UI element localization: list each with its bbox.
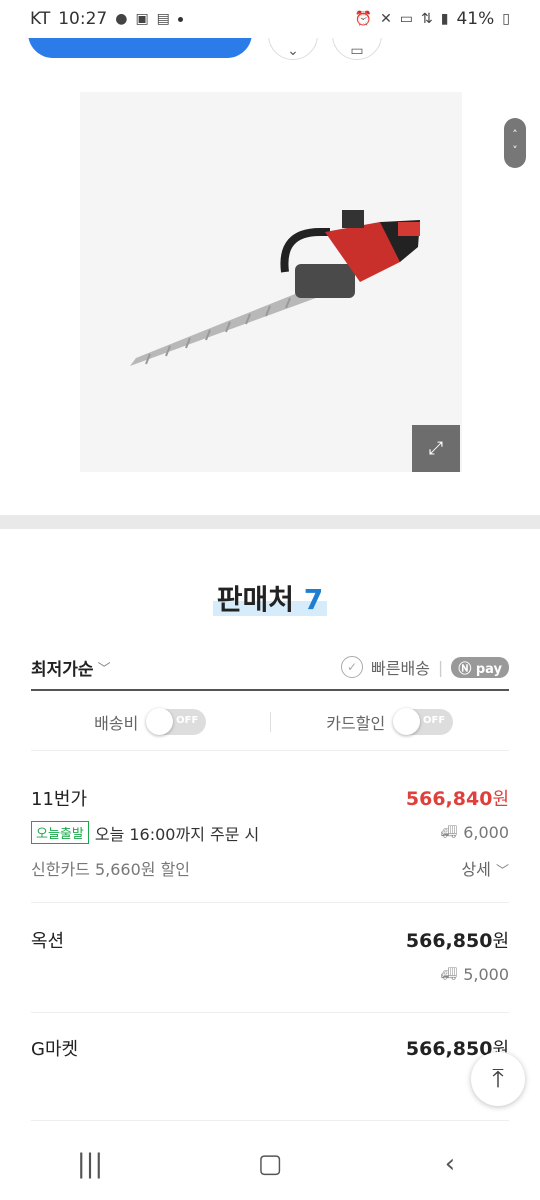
card-toggle[interactable]: OFF [393,708,454,735]
status-bar: KT 10:27 ● ▣ ▤ ⏰ ✕ ▭ ⇅ ▮ 41% ▯ [0,0,540,38]
mute-icon: ✕ [380,11,392,27]
section-title: 판매처 7 [0,578,540,618]
battery-icon: ▯ [502,11,510,27]
card-filter: 카드할인 OFF [271,708,510,735]
chevron-down-icon: ﹀ [97,661,111,677]
more-notifications-icon [177,16,183,22]
expand-icon: ⤢ [428,438,444,459]
expand-image-button[interactable]: ⤢ [412,425,460,472]
section-title-text: 판매처 [216,583,295,616]
sort-filters: ✓ 빠른배송 | Ⓝ pay [341,655,509,679]
seller-row[interactable]: 옥션 566,850원 🚚︎ 5,000 [31,922,509,1013]
signal-icon: ▮ [440,11,449,27]
seller-row[interactable]: 11번가 566,840원 오늘출발 오늘 16:00까지 주문 시 🚚︎ 6,… [31,780,509,903]
npay-label: pay [475,661,502,677]
talk-notification-icon: ● [115,11,128,27]
seller-name[interactable]: G마켓 [31,1035,78,1061]
hd-icon: ▭ [399,11,414,27]
product-image[interactable] [80,92,462,472]
purchase-button[interactable] [28,38,252,58]
scroll-to-top-button[interactable]: ⤒ [471,1052,525,1106]
seller-name[interactable]: 11번가 [31,785,87,811]
image-notification-icon: ▣ [135,11,149,27]
page-scroll-control[interactable]: ˄ ˅ [504,118,526,168]
npay-filter[interactable]: Ⓝ pay [451,656,509,678]
recent-apps-button[interactable]: ||| [50,1149,130,1179]
home-button[interactable]: ▢ [230,1149,310,1179]
hedge-trimmer-image [130,210,420,366]
seller-count: 7 [303,583,324,616]
filter-row: 배송비 OFF 카드할인 OFF [31,694,509,751]
card-filter-label: 카드할인 [326,714,386,733]
share-button[interactable]: ▭ [332,38,382,60]
wish-button[interactable]: ⌄ [268,38,318,60]
delivery-info: 오늘출발 오늘 16:00까지 주문 시 [31,821,259,845]
chevron-down-icon: ˅ [512,144,518,157]
system-nav-bar: ||| ▢ ‹ [0,1128,540,1200]
fast-delivery-filter[interactable]: 빠른배송 [371,655,430,679]
section-divider [0,515,540,529]
chevron-down-icon: ﹀ [495,863,509,879]
seller-row[interactable]: G마켓 566,850원 🚚︎ 5 [31,1030,509,1121]
card-discount: 신한카드 5,660원 할인 [31,859,191,879]
sort-bar: 최저가순 ﹀ ✓ 빠른배송 | Ⓝ pay [31,645,509,691]
chevron-up-icon: ˄ [512,128,518,141]
check-icon[interactable]: ✓ [341,656,364,678]
shipping-filter-label: 배송비 [94,714,139,733]
chevron-down-icon: ⌄ [287,43,299,59]
shipping-fee: 🚚︎ 5,000 [440,965,509,984]
section-title-highlight: 판매처 7 [212,583,328,616]
shipping-filter: 배송비 OFF [31,708,270,735]
arrow-up-icon: ⤒ [492,1063,504,1094]
clock: 10:27 [58,9,108,29]
toggle-state: OFF [176,715,199,726]
toggle-state: OFF [423,715,446,726]
carrier-label: KT [30,9,51,29]
back-button[interactable]: ‹ [410,1149,490,1179]
sort-label: 최저가순 [31,659,94,680]
shipping-fee: 🚚︎ 6,000 [440,823,509,842]
toggle-knob [146,708,174,735]
status-left: KT 10:27 ● ▣ ▤ [30,9,183,29]
network-5g-icon: ⇅ [421,11,433,27]
battery-percent: 41% [456,9,495,29]
sort-dropdown[interactable]: 최저가순 ﹀ [31,655,111,680]
shipping-toggle[interactable]: OFF [146,708,207,735]
status-right: ⏰ ✕ ▭ ⇅ ▮ 41% ▯ [355,9,510,29]
seller-price[interactable]: 566,840원 [406,785,509,811]
chart-notification-icon: ▤ [156,11,170,27]
alarm-icon: ⏰ [354,11,373,27]
top-action-strip: ⌄ ▭ [0,38,540,68]
truck-icon: 🚚︎ [440,967,458,982]
seller-price[interactable]: 566,850원 [406,927,509,953]
seller-name[interactable]: 옥션 [31,927,64,953]
toggle-knob [393,708,421,735]
delivery-note: 오늘 16:00까지 주문 시 [94,824,260,844]
divider: | [437,657,444,677]
truck-icon: 🚚︎ [440,825,458,840]
today-ship-badge: 오늘출발 [31,821,89,844]
box-icon: ▭ [350,43,364,59]
detail-button[interactable]: 상세 ﹀ [461,856,509,880]
